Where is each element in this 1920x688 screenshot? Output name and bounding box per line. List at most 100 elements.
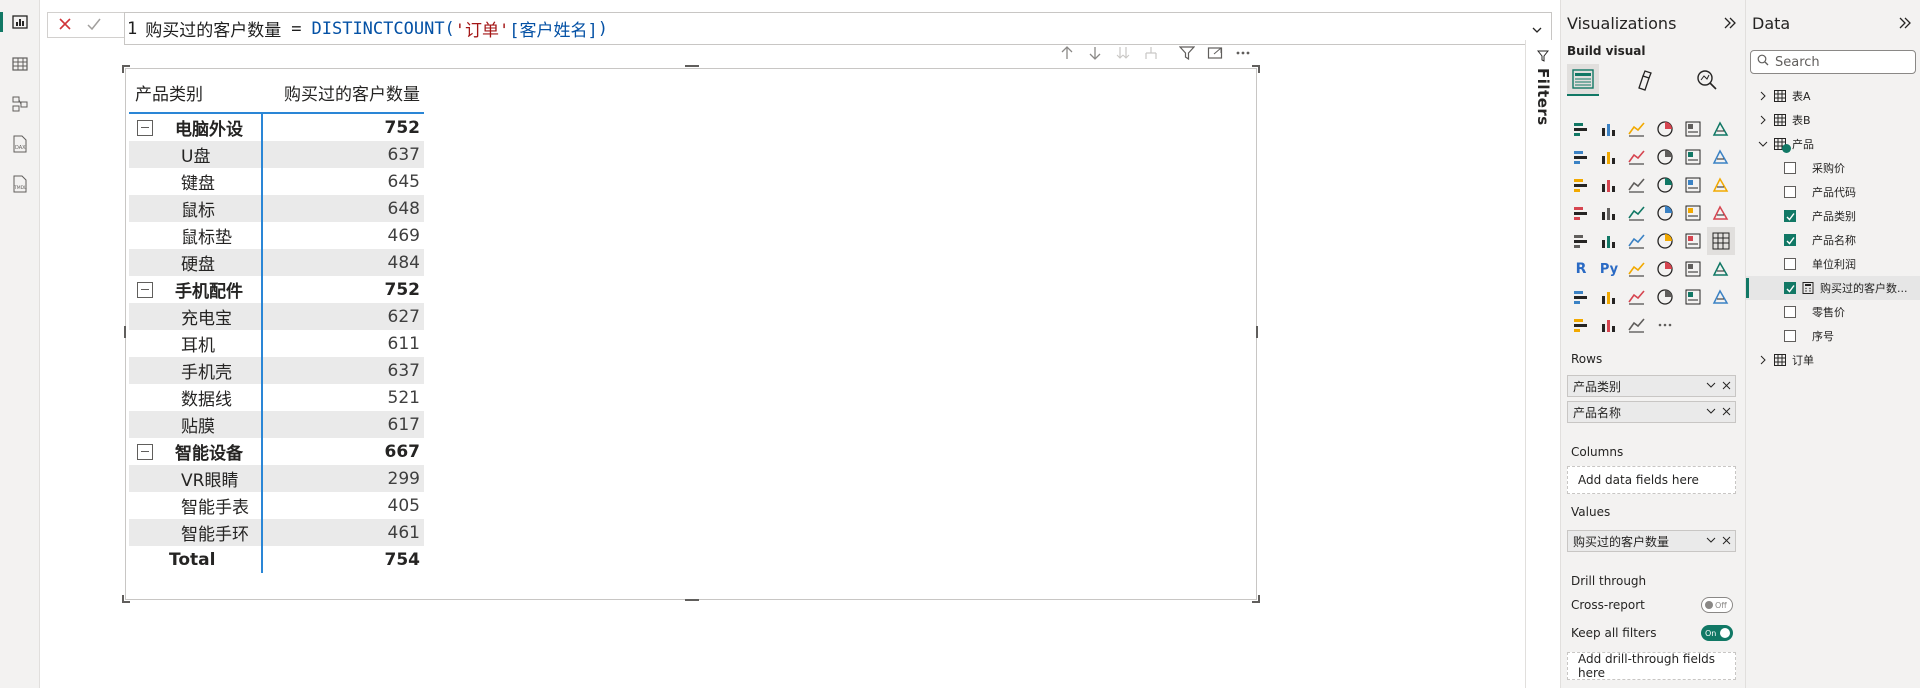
table-visual-icon[interactable]: [1679, 227, 1707, 255]
matrix-row[interactable]: 贴膜 617: [129, 411, 424, 438]
rows-field-chip[interactable]: 产品类别: [1567, 375, 1736, 397]
matrix-category-row[interactable]: 手机配件 752: [129, 276, 424, 303]
100-area-visual-icon[interactable]: [1651, 143, 1679, 171]
line-clustered-column-visual-icon[interactable]: [1707, 143, 1735, 171]
chevron-down-icon[interactable]: [1758, 139, 1768, 149]
field-options-chevron-icon[interactable]: [1706, 405, 1716, 419]
donut-visual-icon[interactable]: [1707, 171, 1735, 199]
chevron-right-icon[interactable]: [1758, 91, 1768, 101]
resize-handle-bottom[interactable]: [685, 599, 699, 601]
treemap-visual-icon[interactable]: [1567, 199, 1595, 227]
stacked-area-visual-icon[interactable]: [1623, 143, 1651, 171]
r-script-visual-icon[interactable]: R: [1567, 255, 1595, 283]
card-visual-icon[interactable]: [1567, 227, 1595, 255]
data-table-node[interactable]: 表A: [1746, 84, 1920, 108]
data-field-node[interactable]: 采购价: [1746, 156, 1920, 180]
matrix-visual-icon[interactable]: [1707, 227, 1735, 255]
shape-map-visual-icon[interactable]: [1651, 199, 1679, 227]
field-checkbox[interactable]: [1784, 330, 1796, 342]
report-view-icon[interactable]: [0, 8, 34, 36]
matrix-row[interactable]: VR眼睛 299: [129, 465, 424, 492]
stacked-column-visual-icon[interactable]: [1595, 115, 1623, 143]
values-field-chip[interactable]: 购买过的客户数量: [1567, 530, 1736, 552]
stacked-bar-visual-icon[interactable]: [1567, 115, 1595, 143]
slicer-visual-icon[interactable]: [1651, 227, 1679, 255]
pie-visual-icon[interactable]: [1679, 171, 1707, 199]
decomposition-tree-visual-icon[interactable]: [1651, 255, 1679, 283]
go-to-next-level-icon[interactable]: [1114, 44, 1132, 62]
power-apps-visual-icon[interactable]: [1623, 283, 1651, 311]
chevron-right-icon[interactable]: [1758, 115, 1768, 125]
expand-formula-chevron-icon[interactable]: [1531, 21, 1543, 41]
expand-next-level-icon[interactable]: [1142, 44, 1160, 62]
collapse-group-icon[interactable]: [137, 119, 153, 136]
data-field-node[interactable]: 产品代码: [1746, 180, 1920, 204]
matrix-category-row[interactable]: 电脑外设 752: [129, 114, 424, 141]
model-view-icon[interactable]: [6, 90, 34, 118]
key-influencers-visual-icon[interactable]: [1623, 255, 1651, 283]
clustered-column-visual-icon[interactable]: [1651, 115, 1679, 143]
collapse-group-icon[interactable]: [137, 443, 153, 460]
python-visual-icon[interactable]: Py: [1595, 255, 1623, 283]
format-visual-tab-icon[interactable]: [1629, 64, 1661, 96]
more-options-icon[interactable]: [1234, 44, 1252, 62]
collapse-visualizations-icon[interactable]: [1723, 15, 1737, 34]
ai-insights-visual-icon[interactable]: [1567, 311, 1595, 339]
line-visual-icon[interactable]: [1567, 143, 1595, 171]
resize-handle-bottom-right[interactable]: [1252, 595, 1260, 603]
data-diff-visual-icon[interactable]: [1595, 311, 1623, 339]
field-checkbox[interactable]: [1784, 210, 1796, 222]
cross-report-toggle[interactable]: Off: [1701, 597, 1733, 613]
more-visual-icon[interactable]: [1651, 311, 1679, 339]
matrix-row[interactable]: 智能手表 405: [129, 492, 424, 519]
collapse-data-pane-icon[interactable]: [1898, 15, 1912, 34]
drill-down-icon[interactable]: [1086, 44, 1104, 62]
matrix-category-row[interactable]: 智能设备 667: [129, 438, 424, 465]
commit-formula-icon[interactable]: [86, 16, 102, 35]
field-checkbox[interactable]: [1784, 258, 1796, 270]
filled-map-visual-icon[interactable]: [1623, 199, 1651, 227]
field-checkbox[interactable]: [1784, 186, 1796, 198]
field-checkbox[interactable]: [1784, 234, 1796, 246]
tmdl-view-icon[interactable]: TMDL: [6, 170, 34, 198]
matrix-row[interactable]: 数据线 521: [129, 384, 424, 411]
data-table-node[interactable]: 订单: [1746, 348, 1920, 372]
keep-filters-toggle[interactable]: On: [1701, 625, 1733, 641]
ribbon-visual-icon[interactable]: [1567, 171, 1595, 199]
paginated-visual-icon[interactable]: [1595, 283, 1623, 311]
smart-narrative-visual-icon[interactable]: [1707, 255, 1735, 283]
kpi-visual-icon[interactable]: [1623, 227, 1651, 255]
clustered-bar-visual-icon[interactable]: [1623, 115, 1651, 143]
formula-input[interactable]: 1 购买过的客户数量 = DISTINCTCOUNT( '订单' [客户姓名] …: [124, 12, 1552, 45]
matrix-total-row[interactable]: Total 754: [129, 546, 424, 573]
100-column-visual-icon[interactable]: [1707, 115, 1735, 143]
data-field-node[interactable]: 产品类别: [1746, 204, 1920, 228]
drill-up-icon[interactable]: [1058, 44, 1076, 62]
funnel-visual-icon[interactable]: [1623, 171, 1651, 199]
data-search-box[interactable]: Search: [1750, 50, 1916, 74]
matrix-row[interactable]: U盘 637: [129, 141, 424, 168]
resize-handle-left[interactable]: [124, 326, 126, 338]
matrix-row[interactable]: 耳机 611: [129, 330, 424, 357]
analytics-tab-icon[interactable]: [1691, 64, 1723, 96]
multi-row-card-visual-icon[interactable]: [1595, 227, 1623, 255]
matrix-row[interactable]: 鼠标 648: [129, 195, 424, 222]
matrix-row[interactable]: 硬盘 484: [129, 249, 424, 276]
filters-label[interactable]: Filters: [1534, 50, 1552, 126]
matrix-row[interactable]: 键盘 645: [129, 168, 424, 195]
matrix-row[interactable]: 充电宝 627: [129, 303, 424, 330]
build-visual-tab-icon[interactable]: [1567, 64, 1599, 96]
matrix-header-value[interactable]: 购买过的客户数量: [263, 80, 424, 105]
matrix-row[interactable]: 手机壳 637: [129, 357, 424, 384]
resize-handle-top[interactable]: [685, 65, 699, 67]
power-automate-visual-icon[interactable]: [1651, 283, 1679, 311]
waterfall-visual-icon[interactable]: [1595, 171, 1623, 199]
focus-mode-icon[interactable]: [1206, 44, 1224, 62]
matrix-row[interactable]: 鼠标垫 469: [129, 222, 424, 249]
new-card-visual-icon[interactable]: [1707, 283, 1735, 311]
drill-through-drop-zone[interactable]: Add drill-through fields here: [1567, 652, 1736, 680]
data-table-node[interactable]: 表B: [1746, 108, 1920, 132]
cancel-formula-icon[interactable]: [58, 16, 72, 35]
filters-pane-collapsed[interactable]: Filters: [1525, 40, 1560, 688]
chevron-right-icon[interactable]: [1758, 355, 1768, 365]
